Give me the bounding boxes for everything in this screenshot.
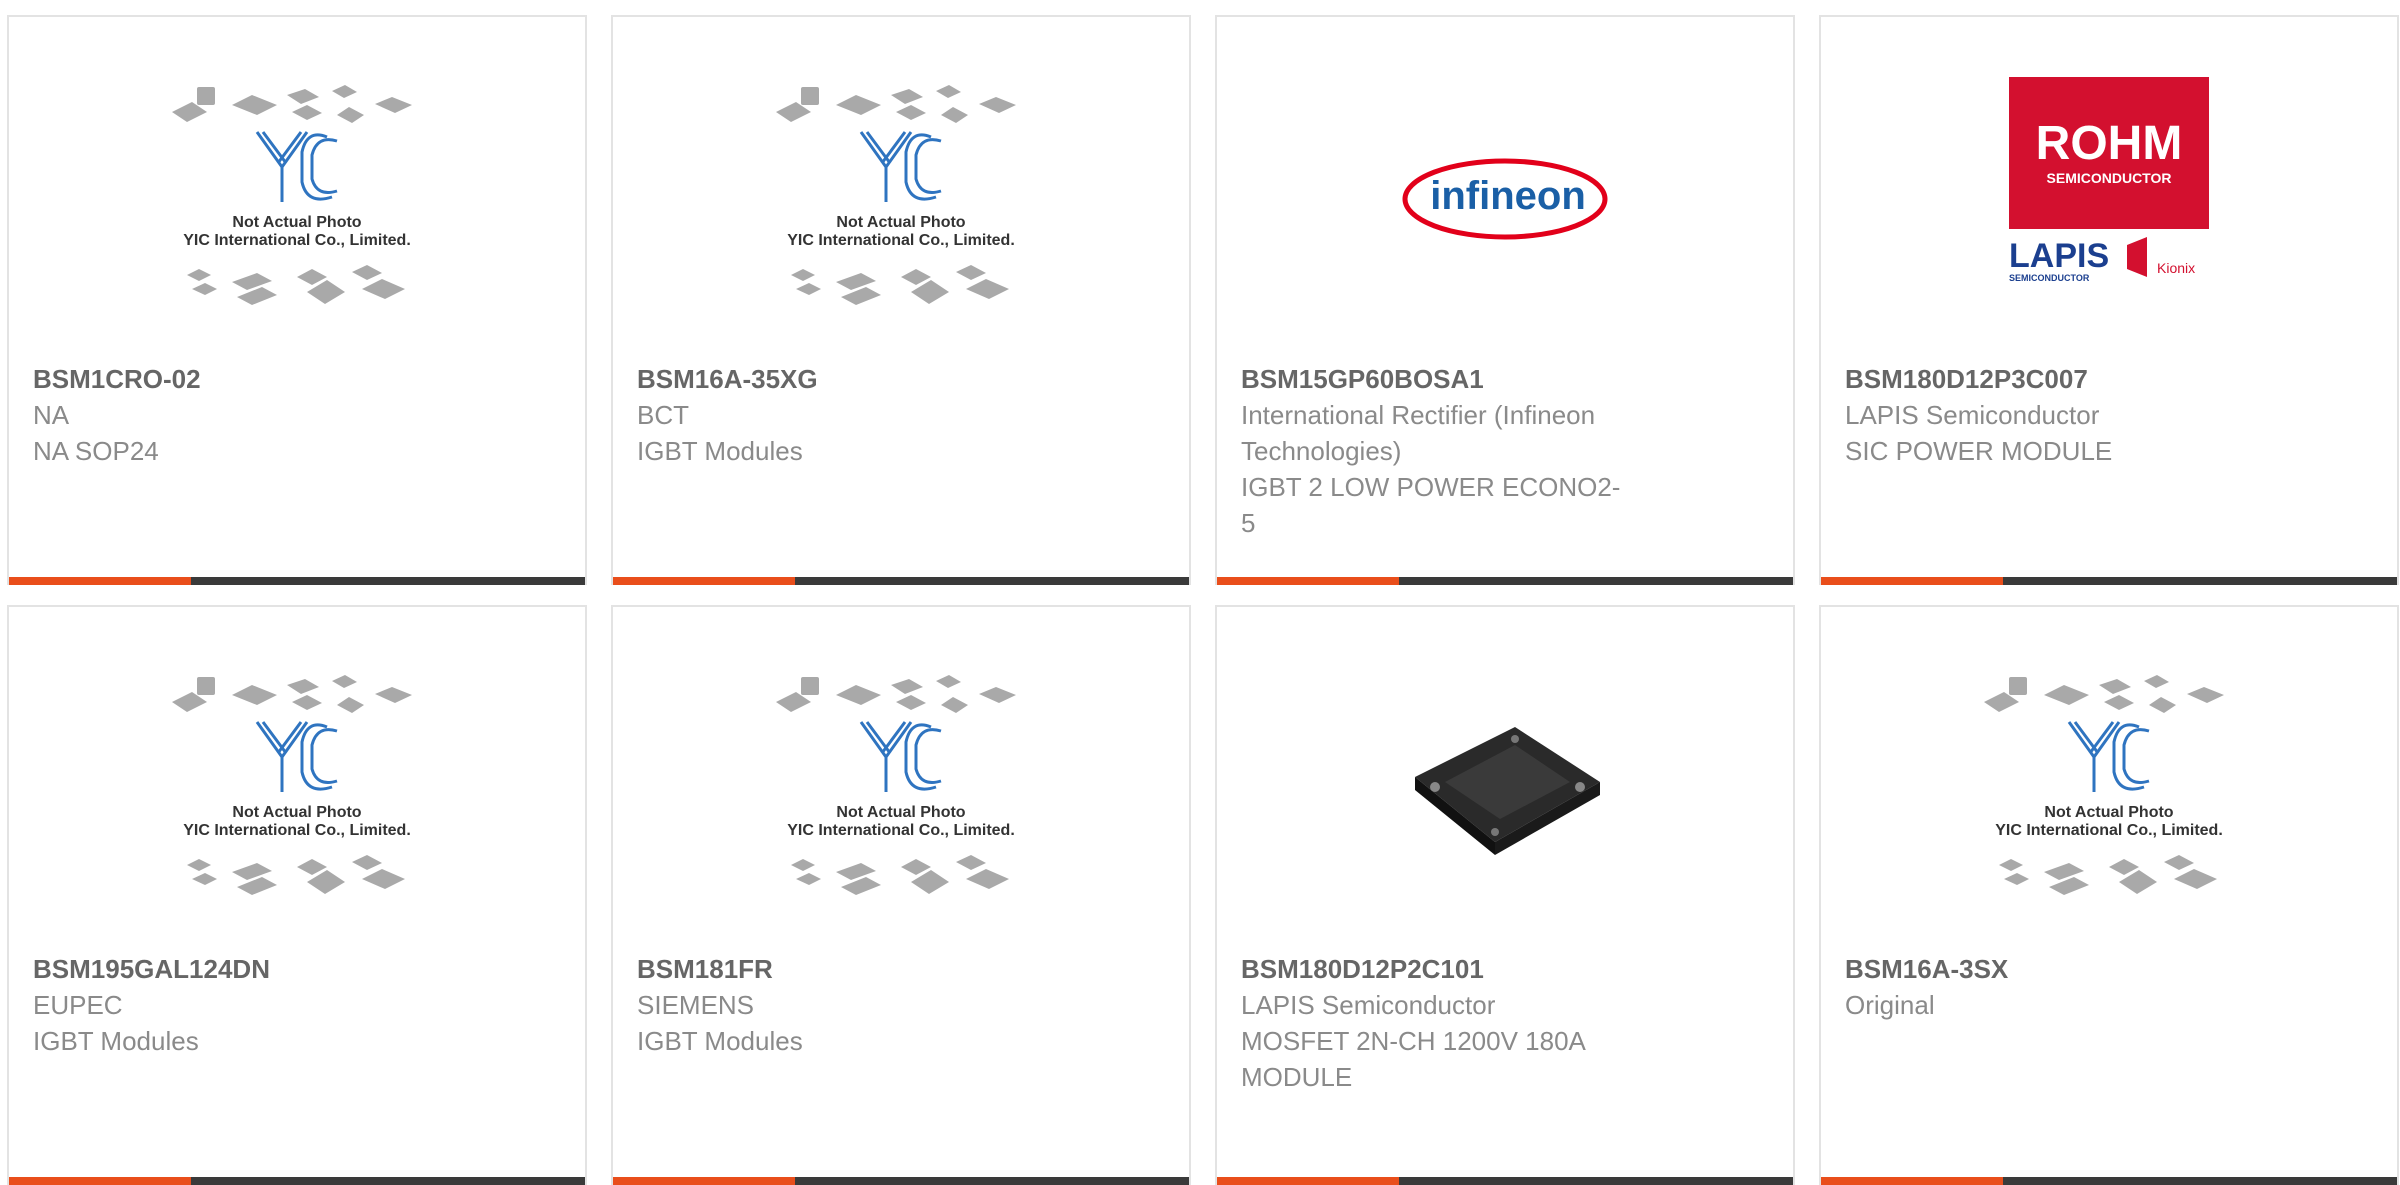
description-line: SIC POWER MODULE [1845, 436, 2113, 466]
product-image-link[interactable]: Not Actual Photo YIC International Co., … [9, 667, 585, 907]
product-image-link[interactable]: Not Actual Photo YIC International Co., … [613, 667, 1189, 907]
product-info: BSM180D12P2C101 LAPIS Semiconductor MOSFET… [1241, 951, 1661, 1095]
product-card[interactable]: Not Actual Photo YIC International Co., … [611, 15, 1191, 585]
card-bottom-bar [1821, 577, 2397, 585]
manufacturer: Original [1845, 990, 1935, 1020]
description-line: 5 [1241, 508, 1256, 538]
svg-text:SEMICONDUCTOR: SEMICONDUCTOR [2047, 170, 2172, 186]
product-info: BSM1CRO-02 NA NA SOP24 [33, 361, 453, 469]
part-number-link[interactable]: BSM16A-35XG [637, 361, 1057, 397]
product-card[interactable]: Not Actual Photo YIC International Co., … [1819, 605, 2399, 1185]
card-bottom-bar [613, 1177, 1189, 1185]
infineon-logo: infineon [1400, 149, 1610, 249]
card-bottom-bar [613, 577, 1189, 585]
product-image-link[interactable]: ROHM SEMICONDUCTOR LAPIS SEMICONDUCTOR K… [1821, 77, 2397, 317]
product-grid: Not Actual Photo YIC International Co., … [0, 0, 2400, 1185]
placeholder-line2: YIC International Co., Limited. [787, 822, 1015, 839]
product-image-link[interactable]: Not Actual Photo YIC International Co., … [613, 77, 1189, 317]
card-accent-bar [9, 1177, 191, 1185]
manufacturer: International Rectifier (Infineon [1241, 400, 1596, 430]
part-number-link[interactable]: BSM180D12P2C101 [1241, 951, 1661, 987]
placeholder-line2: YIC International Co., Limited. [183, 232, 411, 249]
product-image-link[interactable]: infineon [1217, 77, 1793, 317]
card-bottom-bar [1217, 577, 1793, 585]
part-number-link[interactable]: BSM181FR [637, 951, 1057, 987]
card-accent-bar [1217, 1177, 1399, 1185]
manufacturer: SIEMENS [637, 990, 755, 1020]
description-line: Technologies) [1241, 436, 1402, 466]
description-line: NA SOP24 [33, 436, 159, 466]
placeholder-image: Not Actual Photo YIC International Co., … [771, 667, 1031, 907]
product-image-link[interactable]: Not Actual Photo YIC International Co., … [9, 77, 585, 317]
product-image-link[interactable] [1217, 667, 1793, 907]
manufacturer: NA [33, 400, 70, 430]
card-accent-bar [1821, 1177, 2003, 1185]
card-accent-bar [1217, 577, 1399, 585]
manufacturer: EUPEC [33, 990, 123, 1020]
placeholder-line1: Not Actual Photo [232, 214, 361, 231]
description-line: IGBT Modules [637, 436, 803, 466]
card-bottom-bar [1217, 1177, 1793, 1185]
card-accent-bar [1821, 577, 2003, 585]
card-bottom-bar [1821, 1177, 2397, 1185]
placeholder-line1: Not Actual Photo [2044, 804, 2173, 821]
product-card[interactable]: Not Actual Photo YIC International Co., … [7, 15, 587, 585]
product-card[interactable]: infineon BSM15GP60BOSA1 International Rec… [1215, 15, 1795, 585]
product-card[interactable]: BSM180D12P2C101 LAPIS Semiconductor MOSFET… [1215, 605, 1795, 1185]
card-accent-bar [613, 1177, 795, 1185]
placeholder-line1: Not Actual Photo [836, 804, 965, 821]
placeholder-line2: YIC International Co., Limited. [183, 822, 411, 839]
product-card[interactable]: Not Actual Photo YIC International Co., … [7, 605, 587, 1185]
product-info: BSM180D12P3C007 LAPIS Semiconductor SIC PO… [1845, 361, 2265, 469]
part-number-link[interactable]: BSM1CRO-02 [33, 361, 453, 397]
description-line: IGBT Modules [33, 1026, 199, 1056]
card-accent-bar [613, 577, 795, 585]
placeholder-image: Not Actual Photo YIC International Co., … [771, 77, 1031, 317]
product-image-link[interactable]: Not Actual Photo YIC International Co., … [1821, 667, 2397, 907]
power-module-photo [1405, 687, 1605, 887]
placeholder-image: Not Actual Photo YIC International Co., … [167, 667, 427, 907]
svg-text:SEMICONDUCTOR: SEMICONDUCTOR [2009, 273, 2090, 283]
card-bottom-bar [9, 577, 585, 585]
placeholder-image: Not Actual Photo YIC International Co., … [167, 77, 427, 317]
description-line: IGBT 2 LOW POWER ECONO2- [1241, 472, 1621, 502]
svg-text:ROHM: ROHM [2036, 117, 2183, 170]
svg-text:infineon: infineon [1430, 174, 1586, 218]
svg-text:Kionix: Kionix [2157, 260, 2195, 276]
description-line: MODULE [1241, 1062, 1353, 1092]
placeholder-line2: YIC International Co., Limited. [1995, 822, 2223, 839]
part-number-link[interactable]: BSM16A-3SX [1845, 951, 2265, 987]
placeholder-image: Not Actual Photo YIC International Co., … [1979, 667, 2239, 907]
part-number-link[interactable]: BSM180D12P3C007 [1845, 361, 2265, 397]
placeholder-line2: YIC International Co., Limited. [787, 232, 1015, 249]
card-accent-bar [9, 577, 191, 585]
part-number-link[interactable]: BSM195GAL124DN [33, 951, 453, 987]
manufacturer: LAPIS Semiconductor [1845, 400, 2100, 430]
manufacturer: LAPIS Semiconductor [1241, 990, 1496, 1020]
product-card[interactable]: Not Actual Photo YIC International Co., … [611, 605, 1191, 1185]
placeholder-line1: Not Actual Photo [836, 214, 965, 231]
manufacturer: BCT [637, 400, 689, 430]
placeholder-line1: Not Actual Photo [232, 804, 361, 821]
card-bottom-bar [9, 1177, 585, 1185]
product-info: BSM16A-35XG BCT IGBT Modules [637, 361, 1057, 469]
description-line: MOSFET 2N-CH 1200V 180A [1241, 1026, 1586, 1056]
product-info: BSM16A-3SX Original [1845, 951, 2265, 1023]
product-info: BSM195GAL124DN EUPEC IGBT Modules [33, 951, 453, 1059]
rohm-lapis-logo: ROHM SEMICONDUCTOR LAPIS SEMICONDUCTOR K… [2007, 77, 2211, 287]
svg-text:LAPIS: LAPIS [2009, 237, 2109, 275]
part-number-link[interactable]: BSM15GP60BOSA1 [1241, 361, 1661, 397]
product-card[interactable]: ROHM SEMICONDUCTOR LAPIS SEMICONDUCTOR K… [1819, 15, 2399, 585]
description-line: IGBT Modules [637, 1026, 803, 1056]
product-info: BSM181FR SIEMENS IGBT Modules [637, 951, 1057, 1059]
product-info: BSM15GP60BOSA1 International Rectifier (I… [1241, 361, 1661, 541]
